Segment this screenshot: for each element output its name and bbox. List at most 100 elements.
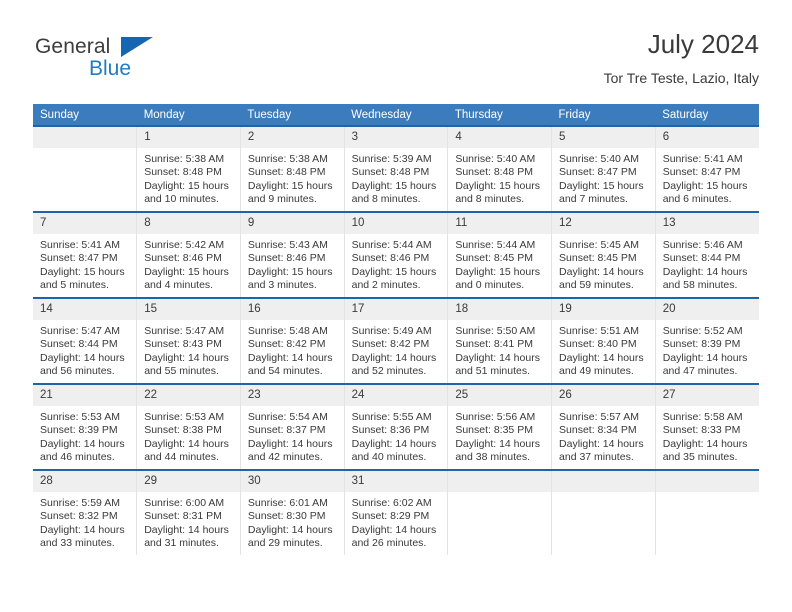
sunset-time: Sunset: 8:46 PM: [351, 252, 430, 265]
sunset-time: Sunset: 8:46 PM: [144, 252, 222, 265]
sunrise-time: Sunrise: 5:41 AM: [40, 239, 120, 251]
daylight-duration-line2: and 7 minutes.: [559, 193, 628, 206]
calendar-day-cell[interactable]: 6 Sunrise: 5:41 AM Sunset: 8:47 PM Daylight…: [654, 125, 759, 212]
calendar-day-cell[interactable]: 10 Sunrise: 5:44 AM Sunset: 8:46 PM Dayligh…: [343, 211, 448, 298]
calendar-day-cell[interactable]: 15 Sunrise: 5:47 AM Sunset: 8:43 PM Dayligh…: [136, 297, 241, 384]
daylight-duration-line1: Daylight: 14 hours: [351, 523, 437, 536]
sunset-time: Sunset: 8:39 PM: [40, 424, 118, 437]
calendar-day-cell[interactable]: 12 Sunrise: 5:45 AM Sunset: 8:45 PM Dayligh…: [551, 211, 656, 298]
day-details: Sunrise: 5:41 AM Sunset: 8:47 PM Daylight:…: [656, 148, 759, 207]
calendar-day-cell[interactable]: 7 Sunrise: 5:41 AM Sunset: 8:47 PM Daylight…: [33, 211, 137, 298]
day-number: 18: [448, 299, 552, 320]
calendar-day-cell[interactable]: 28 Sunrise: 5:59 AM Sunset: 8:32 PM Dayligh…: [33, 469, 137, 555]
daylight-duration-line2: and 56 minutes.: [40, 365, 115, 378]
sunset-time: Sunset: 8:36 PM: [351, 424, 430, 437]
day-number: 5: [552, 127, 655, 148]
sunset-time: Sunset: 8:44 PM: [40, 338, 118, 351]
day-details: Sunrise: 5:40 AM Sunset: 8:47 PM Daylight:…: [552, 148, 655, 207]
sunrise-time: Sunrise: 5:58 AM: [662, 411, 743, 423]
calendar-empty-cell: [654, 469, 759, 555]
sunrise-sunset-calendar: Sunday Monday Tuesday Wednesday Thursday…: [33, 104, 759, 555]
sunrise-time: Sunrise: 5:52 AM: [662, 325, 743, 337]
calendar-day-cell[interactable]: 2 Sunrise: 5:38 AM Sunset: 8:48 PM Daylight…: [239, 125, 345, 212]
day-number: 22: [137, 385, 240, 406]
daylight-duration-line1: Daylight: 14 hours: [559, 265, 644, 278]
sunset-time: Sunset: 8:47 PM: [662, 166, 741, 179]
sunset-time: Sunset: 8:31 PM: [144, 510, 222, 523]
daylight-duration-line2: and 3 minutes.: [247, 279, 317, 292]
calendar-day-cell[interactable]: 9 Sunrise: 5:43 AM Sunset: 8:46 PM Daylight…: [239, 211, 345, 298]
calendar-day-cell[interactable]: 29 Sunrise: 6:00 AM Sunset: 8:31 PM Dayligh…: [136, 469, 241, 555]
sunrise-time: Sunrise: 5:53 AM: [40, 411, 120, 423]
daylight-duration-line1: Daylight: 14 hours: [559, 351, 644, 364]
sunrise-time: Sunrise: 5:41 AM: [662, 153, 743, 165]
daylight-duration-line2: and 55 minutes.: [144, 365, 219, 378]
calendar-day-cell[interactable]: 19 Sunrise: 5:51 AM Sunset: 8:40 PM Dayligh…: [551, 297, 656, 384]
calendar-day-cell[interactable]: 30 Sunrise: 6:01 AM Sunset: 8:30 PM Dayligh…: [239, 469, 345, 555]
daylight-duration-line1: Daylight: 14 hours: [40, 351, 125, 364]
sunset-time: Sunset: 8:48 PM: [455, 166, 533, 179]
sunset-time: Sunset: 8:37 PM: [247, 424, 326, 437]
daylight-duration-line2: and 51 minutes.: [455, 365, 531, 378]
sunrise-time: Sunrise: 5:43 AM: [247, 239, 328, 251]
daylight-duration-line2: and 33 minutes.: [40, 537, 115, 550]
sunset-time: Sunset: 8:33 PM: [662, 424, 741, 437]
daylight-duration-line2: and 38 minutes.: [455, 451, 531, 464]
calendar-day-cell[interactable]: 31 Sunrise: 6:02 AM Sunset: 8:29 PM Dayligh…: [343, 469, 448, 555]
sunset-time: Sunset: 8:47 PM: [40, 252, 118, 265]
daylight-duration-line1: Daylight: 14 hours: [247, 523, 333, 536]
sunset-time: Sunset: 8:48 PM: [351, 166, 430, 179]
calendar-day-cell[interactable]: 13 Sunrise: 5:46 AM Sunset: 8:44 PM Dayligh…: [654, 211, 759, 298]
day-details: Sunrise: 6:01 AM Sunset: 8:30 PM Daylight:…: [241, 492, 344, 551]
calendar-day-cell[interactable]: 27 Sunrise: 5:58 AM Sunset: 8:33 PM Dayligh…: [654, 383, 759, 470]
day-details: Sunrise: 5:38 AM Sunset: 8:48 PM Daylight:…: [241, 148, 344, 207]
calendar-day-cell[interactable]: 4 Sunrise: 5:40 AM Sunset: 8:48 PM Daylight…: [447, 125, 552, 212]
day-number: 25: [448, 385, 552, 406]
calendar-day-cell[interactable]: 14 Sunrise: 5:47 AM Sunset: 8:44 PM Dayligh…: [33, 297, 137, 384]
calendar-day-cell[interactable]: 17 Sunrise: 5:49 AM Sunset: 8:42 PM Dayligh…: [343, 297, 448, 384]
daylight-duration-line1: Daylight: 14 hours: [662, 351, 748, 364]
calendar-day-cell[interactable]: 25 Sunrise: 5:56 AM Sunset: 8:35 PM Dayligh…: [447, 383, 552, 470]
calendar-day-cell[interactable]: 1 Sunrise: 5:38 AM Sunset: 8:48 PM Daylight…: [136, 125, 241, 212]
page-title: July 2024: [647, 29, 759, 59]
day-details: Sunrise: 5:39 AM Sunset: 8:48 PM Daylight:…: [345, 148, 448, 207]
calendar-day-cell[interactable]: 5 Sunrise: 5:40 AM Sunset: 8:47 PM Daylight…: [551, 125, 656, 212]
daylight-duration-line1: Daylight: 14 hours: [662, 265, 748, 278]
calendar-day-cell[interactable]: 8 Sunrise: 5:42 AM Sunset: 8:46 PM Daylight…: [136, 211, 241, 298]
day-number: 8: [137, 213, 240, 234]
calendar-day-cell[interactable]: 3 Sunrise: 5:39 AM Sunset: 8:48 PM Daylight…: [343, 125, 448, 212]
day-details: Sunrise: 5:54 AM Sunset: 8:37 PM Daylight:…: [241, 406, 344, 465]
daylight-duration-line1: Daylight: 14 hours: [144, 437, 229, 450]
day-details: Sunrise: 5:56 AM Sunset: 8:35 PM Daylight:…: [448, 406, 551, 465]
sunrise-time: Sunrise: 5:55 AM: [351, 411, 432, 423]
calendar-day-cell[interactable]: 23 Sunrise: 5:54 AM Sunset: 8:37 PM Dayligh…: [239, 383, 345, 470]
calendar-day-cell[interactable]: 16 Sunrise: 5:48 AM Sunset: 8:42 PM Dayligh…: [239, 297, 345, 384]
calendar-day-cell[interactable]: 11 Sunrise: 5:44 AM Sunset: 8:45 PM Dayligh…: [447, 211, 552, 298]
daylight-duration-line1: Daylight: 15 hours: [247, 265, 333, 278]
calendar-day-cell[interactable]: 21 Sunrise: 5:53 AM Sunset: 8:39 PM Dayligh…: [33, 383, 137, 470]
daylight-duration-line2: and 58 minutes.: [662, 279, 738, 292]
sunset-time: Sunset: 8:32 PM: [40, 510, 118, 523]
weekday-header-thursday: Thursday: [447, 104, 552, 126]
day-number: 28: [33, 471, 137, 492]
calendar-day-cell[interactable]: 26 Sunrise: 5:57 AM Sunset: 8:34 PM Dayligh…: [551, 383, 656, 470]
day-number: 13: [655, 213, 759, 234]
calendar-day-cell[interactable]: 22 Sunrise: 5:53 AM Sunset: 8:38 PM Dayligh…: [136, 383, 241, 470]
sunset-time: Sunset: 8:42 PM: [351, 338, 430, 351]
daylight-duration-line2: and 31 minutes.: [144, 537, 219, 550]
daylight-duration-line2: and 35 minutes.: [662, 451, 738, 464]
title-block: July 2024 Tor Tre Teste, Lazio, Italy: [604, 28, 759, 88]
sunrise-time: Sunrise: 5:53 AM: [144, 411, 225, 423]
day-details: Sunrise: 5:44 AM Sunset: 8:46 PM Daylight:…: [345, 234, 448, 293]
calendar-day-cell[interactable]: 24 Sunrise: 5:55 AM Sunset: 8:36 PM Dayligh…: [343, 383, 448, 470]
day-number: 16: [240, 299, 344, 320]
calendar-day-cell[interactable]: 18 Sunrise: 5:50 AM Sunset: 8:41 PM Dayligh…: [447, 297, 552, 384]
daylight-duration-line1: Daylight: 15 hours: [351, 265, 437, 278]
calendar-week-row: 21 Sunrise: 5:53 AM Sunset: 8:39 PM Dayligh…: [33, 383, 759, 470]
day-number: 29: [137, 471, 240, 492]
sunset-time: Sunset: 8:45 PM: [559, 252, 637, 265]
calendar-day-cell[interactable]: 20 Sunrise: 5:52 AM Sunset: 8:39 PM Dayligh…: [654, 297, 759, 384]
daylight-duration-line2: and 2 minutes.: [351, 279, 421, 292]
daylight-duration-line1: Daylight: 15 hours: [247, 179, 333, 192]
general-blue-logo[interactable]: General Blue: [33, 35, 183, 89]
